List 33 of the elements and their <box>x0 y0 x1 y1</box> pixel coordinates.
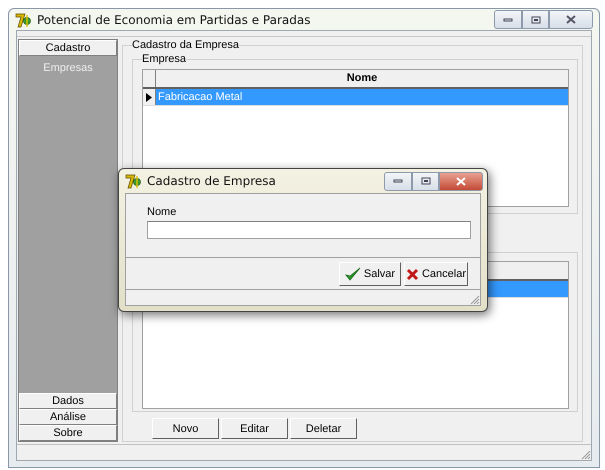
close-icon <box>566 15 576 24</box>
group-title: Empresa <box>142 53 186 65</box>
app-logo-icon <box>15 12 31 28</box>
close-button[interactable] <box>439 172 483 190</box>
close-button[interactable] <box>549 10 593 29</box>
dialog-title: Cadastro de Empresa <box>147 174 277 188</box>
maximize-icon <box>420 177 430 185</box>
action-button[interactable]: Novo <box>152 418 219 439</box>
maximize-button[interactable] <box>522 10 549 29</box>
field-label: Nome <box>147 206 178 218</box>
window-title: Potencial de Economia em Partidas e Paradas <box>37 12 312 26</box>
close-icon <box>456 176 466 186</box>
action-button[interactable]: Editar <box>221 418 288 439</box>
resize-grip-icon[interactable] <box>469 294 480 305</box>
minimize-icon <box>393 179 403 183</box>
resize-grip-icon[interactable] <box>580 449 591 460</box>
minimize-button[interactable] <box>384 172 412 190</box>
cancel-button[interactable]: Cancelar <box>404 262 468 286</box>
group-title: Cadastro da Empresa <box>132 39 239 51</box>
maximize-button[interactable] <box>412 172 439 190</box>
sidebar-section-button[interactable]: Cadastro <box>19 40 117 56</box>
app-logo-icon <box>125 173 141 189</box>
minimize-button[interactable] <box>494 10 522 29</box>
save-button[interactable]: Salvar <box>339 262 401 286</box>
minimize-icon <box>503 18 513 22</box>
sidebar-section-button[interactable]: Dados <box>19 393 117 409</box>
action-button[interactable]: Deletar <box>290 418 357 439</box>
sidebar-section-button[interactable]: Análise <box>19 409 117 425</box>
name-input-field[interactable] <box>147 221 471 239</box>
maximize-icon <box>530 16 540 24</box>
current-row-icon <box>146 92 152 102</box>
cross-icon <box>406 268 419 280</box>
sidebar-section-button[interactable]: Sobre <box>19 425 117 441</box>
